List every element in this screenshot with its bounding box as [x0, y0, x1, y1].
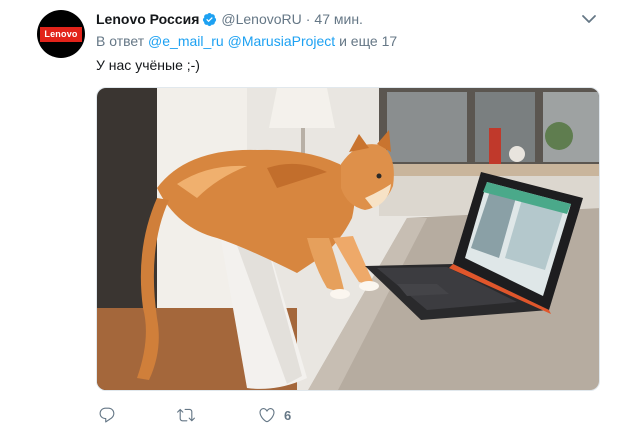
display-name[interactable]: Lenovo Россия	[96, 11, 199, 27]
verified-badge-icon	[203, 12, 217, 26]
mention-link[interactable]: @e_mail_ru	[148, 33, 224, 49]
avatar[interactable]: Lenovo	[37, 10, 85, 58]
reply-suffix[interactable]: и еще 17	[339, 33, 397, 49]
reply-button[interactable]	[98, 404, 116, 426]
cat-laptop-photo	[97, 88, 599, 390]
mention-link[interactable]: @MarusiaProject	[228, 33, 336, 49]
heart-icon	[259, 408, 275, 423]
separator-dot: ·	[305, 11, 311, 27]
reply-prefix: В ответ	[96, 33, 145, 49]
reply-icon	[99, 407, 115, 423]
tweet-image[interactable]	[96, 87, 600, 391]
tweet-text: У нас учёные ;-)	[96, 57, 200, 73]
retweet-button[interactable]	[176, 404, 196, 426]
reply-context: В ответ @e_mail_ru @MarusiaProject и еще…	[96, 33, 397, 49]
tweet-header: Lenovo Россия @LenovoRU · 47 мин.	[96, 9, 363, 29]
tweet[interactable]: Lenovo Lenovo Россия @LenovoRU · 47 мин.…	[0, 0, 635, 432]
handle[interactable]: @LenovoRU	[221, 11, 301, 27]
like-button[interactable]: 6	[258, 404, 291, 426]
retweet-icon	[177, 408, 195, 422]
timestamp[interactable]: 47 мин.	[314, 11, 363, 27]
lenovo-logo: Lenovo	[40, 26, 82, 42]
tweet-actions: 6	[96, 404, 396, 426]
chevron-down-icon[interactable]	[580, 12, 598, 26]
like-count: 6	[284, 407, 292, 423]
